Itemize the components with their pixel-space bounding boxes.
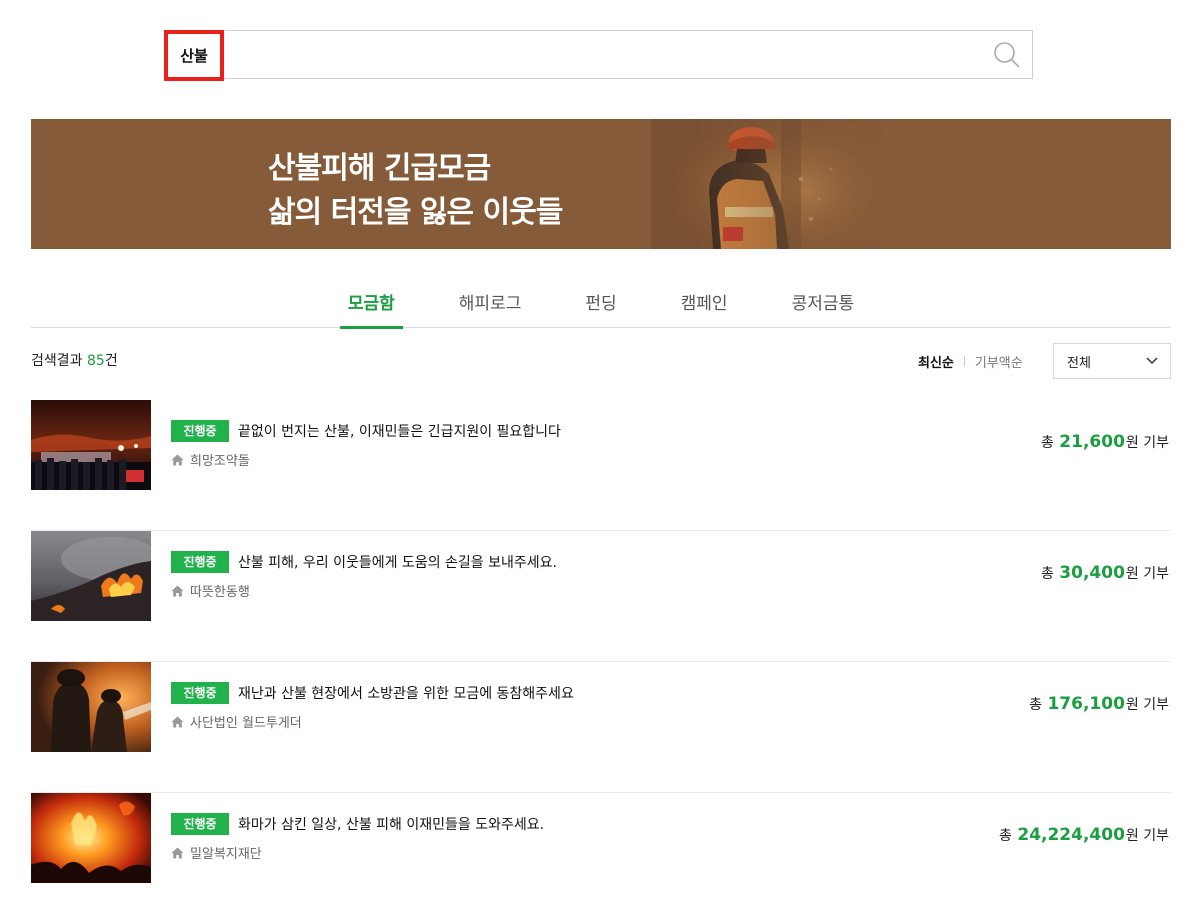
sort-latest[interactable]: 최신순 bbox=[918, 352, 954, 371]
amount-suffix: 원 기부 bbox=[1125, 828, 1169, 844]
item-thumbnail[interactable] bbox=[31, 793, 151, 883]
donation-total: 총 176,100원 기부 bbox=[1029, 694, 1169, 714]
result-count-number: 85 bbox=[86, 353, 105, 369]
chevron-down-icon bbox=[1146, 357, 1158, 365]
list-item: 진행중 끝없이 번지는 산불, 이재민들은 긴급지원이 필요합니다 희망조약돌 … bbox=[31, 400, 1171, 531]
amount-prefix: 총 bbox=[1040, 566, 1059, 582]
firefighter-image bbox=[651, 119, 891, 249]
tab-campaign[interactable]: 캠페인 bbox=[673, 280, 736, 328]
list-item: 진행중 화마가 삼킨 일상, 산불 피해 이재민들을 도와주세요. 밀알복지재단… bbox=[31, 793, 1171, 899]
amount-suffix: 원 기부 bbox=[1125, 697, 1169, 713]
organization-name: 밀알복지재단 bbox=[190, 847, 262, 862]
item-organization[interactable]: 사단법인 월드투게더 bbox=[171, 712, 302, 731]
home-icon bbox=[171, 454, 184, 465]
home-icon bbox=[171, 847, 184, 858]
tab-bean-piggybank[interactable]: 콩저금통 bbox=[784, 280, 863, 328]
filter-select[interactable]: 전체 bbox=[1053, 343, 1171, 379]
organization-name: 희망조약돌 bbox=[190, 454, 250, 469]
item-title[interactable]: 끝없이 번지는 산불, 이재민들은 긴급지원이 필요합니다 bbox=[238, 421, 561, 441]
amount-value: 176,100 bbox=[1047, 694, 1125, 714]
donation-total: 총 21,600원 기부 bbox=[1041, 432, 1169, 452]
item-title[interactable]: 산불 피해, 우리 이웃들에게 도움의 손길을 보내주세요. bbox=[238, 552, 557, 572]
result-count-suffix: 건 bbox=[104, 353, 118, 369]
banner-headline: 산불피해 긴급모금 bbox=[268, 151, 491, 186]
campaign-banner[interactable]: 산불피해 긴급모금 삶의 터전을 잃은 이웃들 bbox=[31, 119, 1171, 249]
sort-options: 최신순 기부액순 bbox=[918, 352, 1023, 371]
amount-suffix: 원 기부 bbox=[1125, 566, 1169, 582]
organization-name: 사단법인 월드투게더 bbox=[190, 716, 302, 731]
amount-value: 30,400 bbox=[1059, 563, 1125, 583]
search-term-highlight[interactable]: 산불 bbox=[164, 30, 224, 81]
tab-fundraising[interactable]: 모금함 bbox=[339, 280, 403, 329]
banner-subheadline: 삶의 터전을 잃은 이웃들 bbox=[268, 195, 563, 230]
organization-name: 따뜻한동행 bbox=[190, 585, 250, 600]
donation-total: 총 30,400원 기부 bbox=[1041, 563, 1169, 583]
tab-happylog[interactable]: 해피로그 bbox=[451, 280, 530, 328]
amount-prefix: 총 bbox=[1029, 697, 1047, 713]
amount-suffix: 원 기부 bbox=[1125, 435, 1169, 451]
category-tabs: 모금함 해피로그 펀딩 캠페인 콩저금통 bbox=[31, 280, 1171, 329]
home-icon bbox=[171, 716, 184, 727]
status-badge: 진행중 bbox=[171, 551, 229, 573]
item-thumbnail[interactable] bbox=[31, 662, 151, 752]
sort-by-donation[interactable]: 기부액순 bbox=[975, 352, 1023, 371]
home-icon bbox=[171, 585, 184, 596]
amount-value: 24,224,400 bbox=[1017, 825, 1125, 845]
list-item: 진행중 재난과 산불 현장에서 소방관을 위한 모금에 동참해주세요 사단법인 … bbox=[31, 662, 1171, 793]
donation-total: 총 24,224,400원 기부 bbox=[999, 825, 1169, 845]
status-badge: 진행중 bbox=[171, 813, 229, 835]
result-count-prefix: 검색결과 bbox=[31, 353, 87, 369]
search-icon bbox=[994, 42, 1020, 68]
amount-value: 21,600 bbox=[1059, 432, 1125, 452]
sort-divider bbox=[963, 356, 965, 367]
search-button[interactable] bbox=[992, 40, 1022, 70]
item-organization[interactable]: 희망조약돌 bbox=[171, 450, 250, 469]
item-organization[interactable]: 따뜻한동행 bbox=[171, 581, 250, 600]
result-count: 검색결과 85건 bbox=[31, 350, 118, 370]
search-input[interactable] bbox=[229, 31, 969, 78]
amount-prefix: 총 bbox=[999, 828, 1017, 844]
item-thumbnail[interactable] bbox=[31, 531, 151, 621]
item-title[interactable]: 화마가 삼킨 일상, 산불 피해 이재민들을 도와주세요. bbox=[238, 814, 544, 834]
item-organization[interactable]: 밀알복지재단 bbox=[171, 843, 262, 862]
search-term: 산불 bbox=[180, 47, 208, 65]
status-badge: 진행중 bbox=[171, 420, 229, 442]
tab-funding[interactable]: 펀딩 bbox=[577, 280, 624, 328]
search-bar: 산불 bbox=[164, 30, 1033, 81]
item-title[interactable]: 재난과 산불 현장에서 소방관을 위한 모금에 동참해주세요 bbox=[238, 683, 574, 703]
amount-prefix: 총 bbox=[1040, 435, 1059, 451]
list-item: 진행중 산불 피해, 우리 이웃들에게 도움의 손길을 보내주세요. 따뜻한동행… bbox=[31, 531, 1171, 662]
filter-selected-value: 전체 bbox=[1067, 355, 1091, 371]
item-thumbnail[interactable] bbox=[31, 400, 151, 490]
status-badge: 진행중 bbox=[171, 682, 229, 704]
